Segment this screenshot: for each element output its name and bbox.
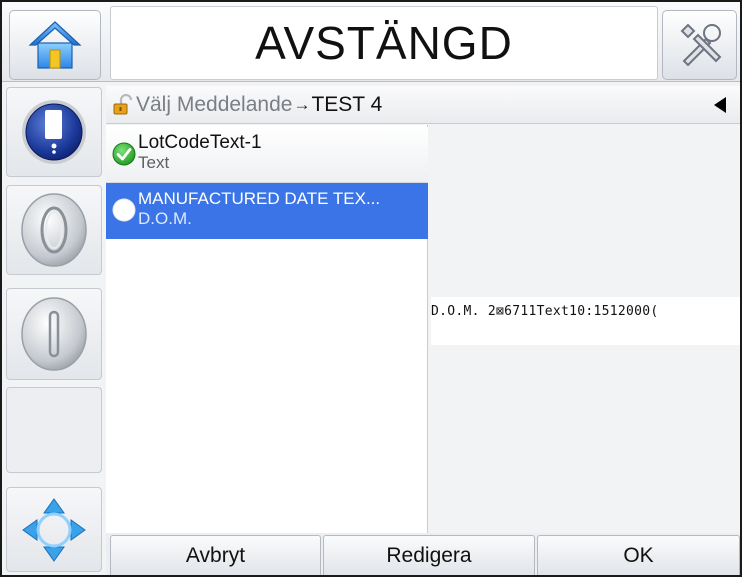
message-preview-pane: D.O.M. 2⊠6711Text10:1512000( <box>429 125 740 533</box>
field-list: LotCodeText-1 Text MANUFACTURED DATE TEX… <box>106 125 428 533</box>
breadcrumb-separator: → <box>293 94 311 114</box>
list-item[interactable]: MANUFACTURED DATE TEX... D.O.M. <box>106 183 428 239</box>
stop-button[interactable] <box>6 288 102 380</box>
lock-icon <box>113 93 133 114</box>
screen: AVSTÄNGD Välj Meddelande → TEST 4 LotCod… <box>0 0 742 577</box>
empty-circle-icon <box>112 198 136 222</box>
message-icon <box>22 100 86 164</box>
navigate-icon <box>22 497 86 562</box>
home-button[interactable] <box>9 10 101 80</box>
field-name: LotCodeText-1 <box>138 132 262 153</box>
empty-rail-slot <box>6 387 102 473</box>
edit-button[interactable]: Redigera <box>323 535 535 575</box>
field-type: D.O.M. <box>138 209 192 228</box>
message-select-button[interactable] <box>6 87 102 177</box>
back-triangle-icon[interactable] <box>710 95 730 115</box>
field-name: MANUFACTURED DATE TEX... <box>138 189 381 208</box>
tools-icon <box>680 23 721 67</box>
left-rail <box>2 83 104 575</box>
navigate-button[interactable] <box>6 487 102 572</box>
ok-button[interactable]: OK <box>537 535 740 575</box>
message-preview-text: D.O.M. 2⊠6711Text10:1512000( <box>431 297 740 345</box>
breadcrumb: Välj Meddelande → TEST 4 <box>106 86 740 124</box>
bottom-button-bar: Avbryt Redigera OK <box>106 533 740 575</box>
stop-icon <box>21 297 87 371</box>
printer-status-title: AVSTÄNGD <box>110 6 658 80</box>
home-icon <box>28 21 82 69</box>
start-icon <box>21 193 87 267</box>
tools-button[interactable] <box>662 10 737 80</box>
breadcrumb-root[interactable]: Välj Meddelande <box>136 93 292 117</box>
breadcrumb-current: TEST 4 <box>311 92 383 116</box>
checkmark-icon <box>112 142 136 166</box>
list-item[interactable]: LotCodeText-1 Text <box>106 127 428 183</box>
header-bar: AVSTÄNGD <box>2 2 740 82</box>
start-button[interactable] <box>6 185 102 275</box>
cancel-button[interactable]: Avbryt <box>110 535 321 575</box>
field-type: Text <box>138 153 170 172</box>
